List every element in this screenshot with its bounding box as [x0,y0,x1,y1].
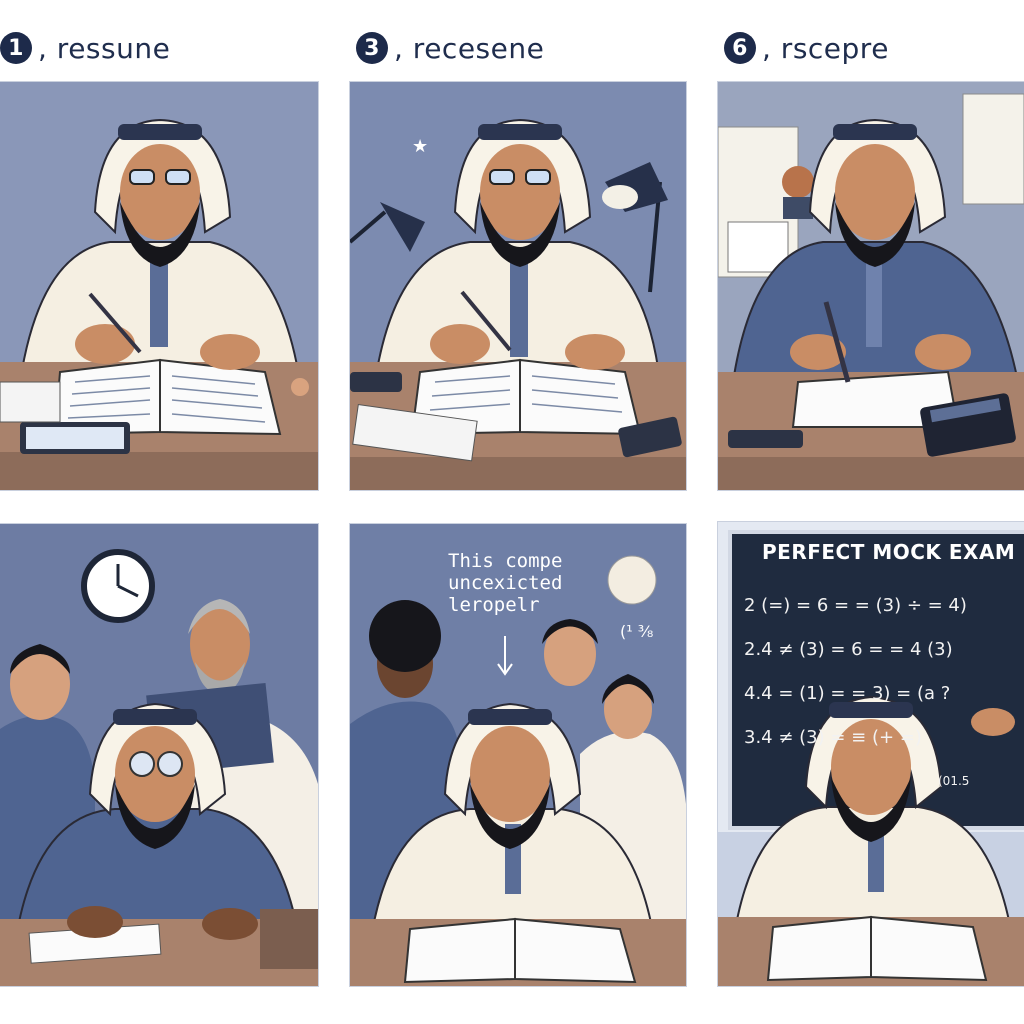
step-6-label: 6 , rscepre [724,30,889,66]
caption-line-1: This compe [448,550,563,572]
svg-text:★: ★ [412,136,428,157]
moon-ball-icon [607,555,657,605]
step-1-label: 1 , ressune [0,30,170,66]
panel-1-illustration [0,82,318,490]
equation-line-1: 2 (=) = 6 = = (3) ÷ = 4) [744,595,967,616]
equation-note: (01.5 [938,774,970,788]
panel-4-illustration [0,524,318,986]
side-note-text: (¹ ³⁄₈ [620,622,654,641]
panel-group-colleagues [0,524,318,986]
equation-line-2: 2.4 ≠ (3) = 6 = = 4 (3) [744,639,953,660]
step-1-number: 1 [0,32,32,64]
panel-1-studying [0,82,318,490]
caption-line-2: uncexicted [448,572,563,594]
step-3-text: , recesene [394,31,545,65]
equation-line-4: 3.4 ≠ (3) = ≡ (+ =) [744,727,922,748]
step-6-number: 6 [724,32,756,64]
equation-line-3: 4.4 = (1) = = 3) = (a ? [744,683,951,704]
wall-clock-icon [81,549,155,623]
step-3-label: 3 , recesene [356,30,544,66]
step-3-number: 3 [356,32,388,64]
caption-line-3: leropelr [448,594,540,616]
panel-3-illustration: ★ [350,82,686,490]
blackboard-equations: 2 (=) = 6 = = (3) ÷ = 4) 2.4 ≠ (3) = 6 =… [744,584,967,760]
panel-onlookers: This compe uncexicted leropelr (¹ ³⁄₈ [350,524,686,986]
blackboard-title: PERFECT MOCK EXAM [762,540,1016,564]
panel-6-illustration [718,82,1024,490]
caption-text: This compe uncexicted leropelr [448,550,562,616]
panel-3-studying-lamps: ★ [350,82,686,490]
panel-perfect-mock-exam: PERFECT MOCK EXAM 2 (=) = 6 = = (3) ÷ = … [718,522,1024,986]
step-1-text: , ressune [38,31,171,65]
panel-6-studying-office [718,82,1024,490]
step-6-text: , rscepre [762,31,889,65]
